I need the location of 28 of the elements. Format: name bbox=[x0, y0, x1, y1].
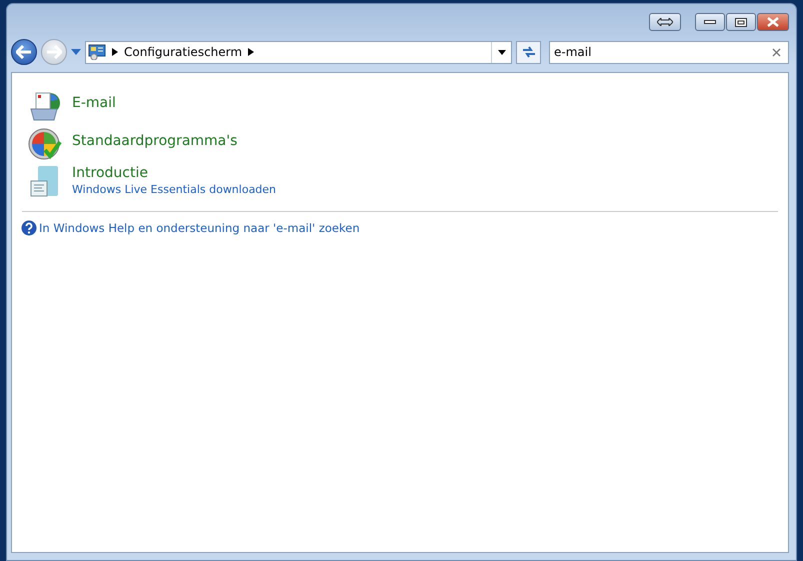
breadcrumb-arrow-icon[interactable] bbox=[248, 48, 254, 56]
result-title-link[interactable]: Introductie bbox=[72, 165, 276, 181]
history-dropdown[interactable] bbox=[71, 47, 81, 57]
result-title-link[interactable]: Standaardprogramma's bbox=[72, 133, 238, 149]
back-button[interactable] bbox=[11, 39, 37, 65]
double-arrow-icon bbox=[657, 18, 673, 26]
close-button[interactable] bbox=[757, 13, 789, 31]
close-icon bbox=[767, 17, 779, 27]
refresh-button[interactable] bbox=[516, 40, 541, 64]
breadcrumb[interactable]: Configuratiescherm bbox=[124, 45, 242, 59]
back-arrow-icon bbox=[16, 45, 32, 59]
help-search-link[interactable]: In Windows Help en ondersteuning naar 'e-mail' zoeken bbox=[39, 221, 360, 235]
search-field[interactable]: e-mail bbox=[549, 40, 789, 64]
refresh-icon bbox=[520, 45, 536, 59]
help-icon bbox=[21, 220, 37, 236]
address-bar[interactable]: Configuratiescherm bbox=[85, 40, 512, 64]
result-sub-link[interactable]: Windows Live Essentials downloaden bbox=[72, 183, 276, 196]
caret-icon bbox=[498, 50, 506, 54]
maximize-icon bbox=[735, 18, 747, 26]
resize-button[interactable] bbox=[649, 13, 681, 31]
program-globe-icon bbox=[28, 127, 62, 161]
result-title-link[interactable]: E-mail bbox=[72, 95, 116, 111]
breadcrumb-arrow-icon[interactable] bbox=[112, 48, 118, 56]
maximize-button[interactable] bbox=[726, 13, 756, 31]
forward-arrow-icon bbox=[46, 45, 62, 59]
control-panel-icon bbox=[88, 44, 106, 60]
minimize-icon bbox=[704, 20, 716, 24]
minimize-button[interactable] bbox=[695, 13, 725, 31]
